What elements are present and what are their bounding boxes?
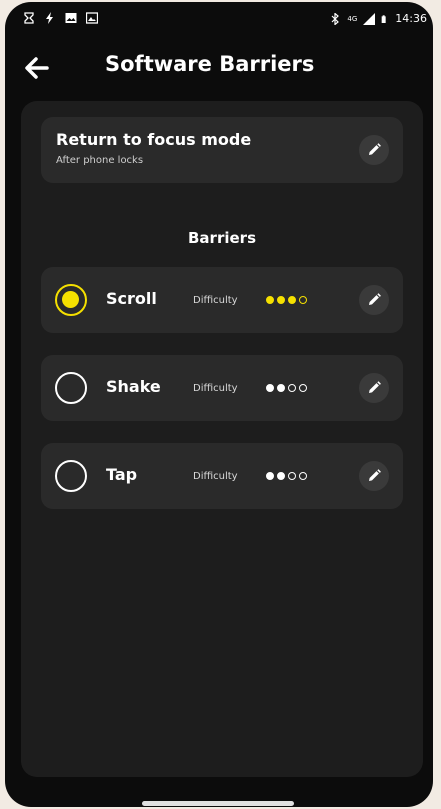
- edit-shake-button[interactable]: [359, 373, 389, 403]
- difficulty-dot-filled: [277, 296, 285, 304]
- network-type: 4G: [347, 14, 358, 23]
- status-bar: 4G 14:36: [5, 2, 433, 40]
- focus-card-title: Return to focus mode: [56, 130, 252, 149]
- barrier-name: Shake: [106, 377, 161, 396]
- difficulty-label: Difficulty: [193, 295, 238, 306]
- barrier-name: Tap: [106, 465, 138, 484]
- pencil-icon: [369, 143, 381, 155]
- difficulty-dot-empty: [299, 296, 307, 304]
- barrier-item-shake[interactable]: Shake Difficulty: [41, 355, 403, 421]
- difficulty-dot-empty: [288, 384, 296, 392]
- difficulty-dot-filled: [266, 472, 274, 480]
- difficulty-dot-empty: [299, 384, 307, 392]
- content-panel: Return to focus mode After phone locks B…: [21, 101, 423, 777]
- radio-button[interactable]: [55, 460, 87, 492]
- pencil-icon: [369, 293, 381, 305]
- difficulty-dot-filled: [277, 472, 285, 480]
- flash-icon: [46, 12, 53, 24]
- image-icon: [65, 13, 77, 23]
- difficulty-dot-empty: [288, 472, 296, 480]
- barrier-name: Scroll: [106, 289, 157, 308]
- phone-screen: 4G 14:36 Software Barriers Return to foc…: [5, 2, 433, 807]
- pencil-icon: [369, 469, 381, 481]
- difficulty-rating: [266, 384, 307, 392]
- focus-card-subtitle: After phone locks: [56, 155, 144, 166]
- clock: 14:36: [395, 12, 427, 25]
- hourglass-icon: [24, 12, 34, 24]
- radio-button-selected[interactable]: [55, 284, 87, 316]
- edit-focus-mode-button[interactable]: [359, 135, 389, 165]
- signal-icon: [363, 12, 376, 25]
- difficulty-rating: [266, 472, 307, 480]
- pencil-icon: [369, 381, 381, 393]
- difficulty-dot-filled: [266, 296, 274, 304]
- barriers-heading: Barriers: [188, 229, 256, 247]
- gallery-icon: [86, 12, 98, 24]
- back-button[interactable]: [19, 50, 55, 86]
- home-indicator[interactable]: [142, 801, 294, 806]
- difficulty-label: Difficulty: [193, 471, 238, 482]
- difficulty-dot-filled: [288, 296, 296, 304]
- difficulty-dot-empty: [299, 472, 307, 480]
- page-title: Software Barriers: [105, 52, 315, 76]
- arrow-left-icon: [25, 57, 49, 79]
- difficulty-rating: [266, 296, 307, 304]
- difficulty-label: Difficulty: [193, 383, 238, 394]
- difficulty-dot-filled: [266, 384, 274, 392]
- bluetooth-icon: [331, 12, 340, 25]
- barrier-item-scroll[interactable]: Scroll Difficulty: [41, 267, 403, 333]
- barrier-item-tap[interactable]: Tap Difficulty: [41, 443, 403, 509]
- app-bar: Software Barriers: [5, 44, 433, 92]
- edit-scroll-button[interactable]: [359, 285, 389, 315]
- return-to-focus-card[interactable]: Return to focus mode After phone locks: [41, 117, 403, 183]
- difficulty-dot-filled: [277, 384, 285, 392]
- edit-tap-button[interactable]: [359, 461, 389, 491]
- radio-button[interactable]: [55, 372, 87, 404]
- battery-icon: [381, 14, 386, 23]
